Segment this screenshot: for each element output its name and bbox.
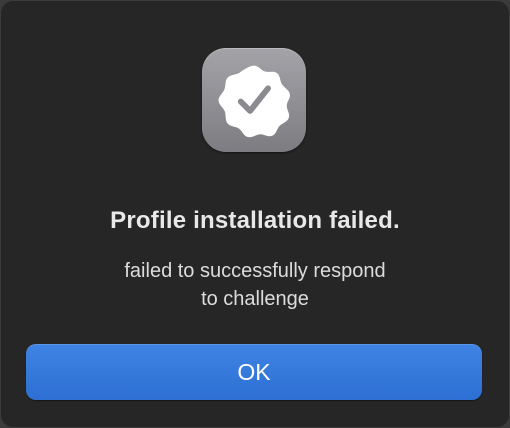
dialog-title: Profile installation failed. [110,207,400,234]
dialog-message: failed to successfully respond to challe… [60,257,450,313]
dialog-message-line-2: to challenge [201,288,309,310]
dialog-message-line-1: failed to successfully respond [124,260,386,282]
ok-button[interactable]: OK [26,344,482,400]
alert-dialog: Profile installation failed. failed to s… [0,0,510,428]
verified-badge-checkmark-icon [218,65,290,138]
profile-app-icon [202,48,306,152]
